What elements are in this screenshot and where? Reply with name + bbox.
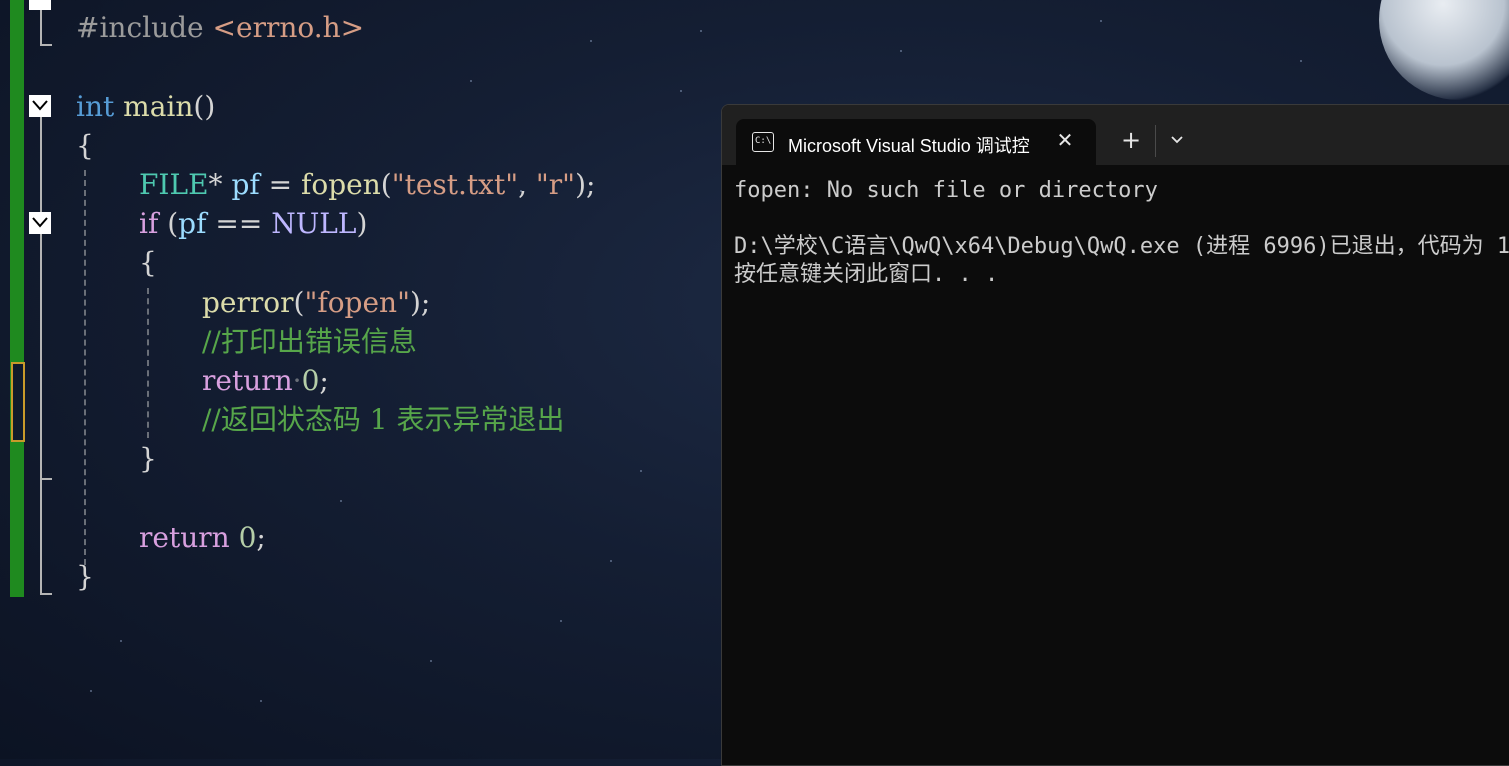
titlebar-divider <box>1155 125 1156 157</box>
terminal-titlebar: C:\ Microsoft Visual Studio 调试控 ✕ + <box>722 105 1509 166</box>
modified-line-indicator <box>11 362 25 442</box>
new-tab-button[interactable]: + <box>1118 127 1144 153</box>
code-line-return-1: return·0; <box>202 364 329 397</box>
code-line-comment-1: //打印出错误信息 <box>202 325 417 358</box>
code-line-fopen: FILE* pf = fopen("test.txt", "r"); <box>139 168 596 201</box>
code-line-return-2: return 0; <box>139 521 266 554</box>
code-line-open-brace-main: { <box>76 129 94 162</box>
code-line-include: #include <errno.h> <box>76 11 365 44</box>
fold-main-icon[interactable] <box>29 95 51 117</box>
chevron-down-icon[interactable] <box>1164 127 1190 153</box>
fold-guide-end <box>40 44 52 46</box>
fold-if-end <box>40 478 52 480</box>
fold-main-line <box>40 117 42 595</box>
code-line-close-brace-main: } <box>76 560 94 593</box>
fold-main-end <box>40 593 52 595</box>
output-line: fopen: No such file or directory <box>734 178 1158 203</box>
terminal-tab[interactable]: C:\ Microsoft Visual Studio 调试控 ✕ <box>736 119 1096 166</box>
output-line: D:\学校\C语言\QwQ\x64\Debug\QwQ.exe (进程 6996… <box>734 234 1509 259</box>
code-line-comment-2: //返回状态码 1 表示异常退出 <box>202 403 565 436</box>
code-line-if: if (pf == NULL) <box>139 207 368 240</box>
change-indicator-bar <box>10 0 24 597</box>
code-line-close-brace-if: } <box>139 442 157 475</box>
code-line-perror: perror("fopen"); <box>202 286 431 319</box>
fold-collapse-icon[interactable] <box>29 0 51 10</box>
indent-guide-2 <box>147 288 149 438</box>
indent-guide-1 <box>84 170 86 575</box>
terminal-window: C:\ Microsoft Visual Studio 调试控 ✕ + fope… <box>721 104 1509 766</box>
console-icon: C:\ <box>752 132 774 152</box>
close-icon[interactable]: ✕ <box>1052 127 1078 153</box>
fold-guide-line <box>40 10 42 46</box>
output-line: 按任意键关闭此窗口. . . <box>734 262 999 287</box>
fold-if-icon[interactable] <box>29 212 51 234</box>
code-line-open-brace-if: { <box>139 246 157 279</box>
moon-image <box>1379 0 1509 100</box>
code-line-main: int main() <box>76 90 216 123</box>
tab-title: Microsoft Visual Studio 调试控 <box>788 136 1030 156</box>
terminal-output: fopen: No such file or directory D:\学校\C语… <box>734 177 1509 289</box>
